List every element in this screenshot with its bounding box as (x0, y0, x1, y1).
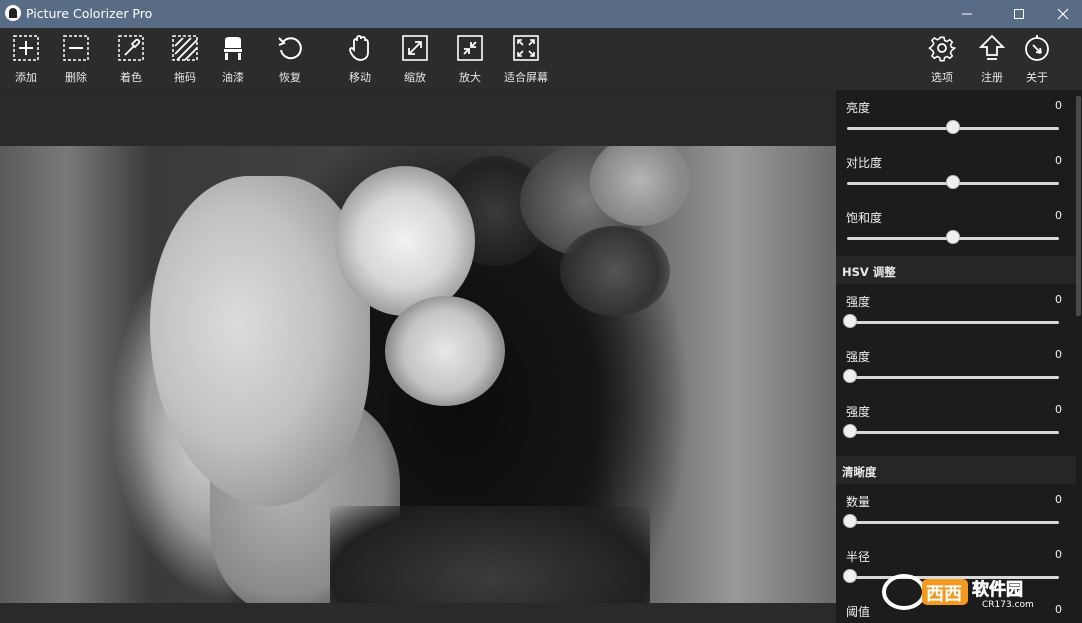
upload-arrow-icon (978, 34, 1006, 60)
image-canvas[interactable] (0, 90, 836, 623)
drag-code-button[interactable]: 拖码 (158, 34, 212, 85)
shrink-icon (457, 35, 483, 61)
undo-icon (278, 37, 302, 60)
watermark-text: 软件园 (972, 579, 1023, 600)
hsv-intensity-row-1: 强度 0 (836, 284, 1076, 339)
radius-label: 半径 (846, 550, 871, 564)
colorize-button[interactable]: 着色 (104, 34, 158, 85)
fit-screen-icon (513, 35, 539, 61)
hsv-intensity-slider[interactable] (847, 376, 1059, 379)
about-button[interactable]: 关于 (1010, 34, 1064, 85)
hatch-icon (172, 35, 198, 61)
hsv-intensity-label: 强度 (846, 405, 871, 419)
delete-button[interactable]: 删除 (49, 34, 103, 85)
svg-text:西西: 西西 (926, 584, 962, 605)
amount-label: 数量 (846, 495, 871, 509)
white-chrysanthemum-shape (335, 166, 475, 316)
minimize-button[interactable] (944, 0, 990, 28)
saturation-slider-thumb[interactable] (946, 230, 960, 244)
move-button[interactable]: 移动 (333, 34, 387, 85)
brightness-slider-thumb[interactable] (946, 120, 960, 134)
fit-screen-button[interactable]: 适合屏幕 (498, 34, 554, 85)
zoom-button[interactable]: 缩放 (388, 34, 442, 85)
hsv-intensity-value: 0 (1055, 293, 1062, 306)
paint-bucket-icon (224, 37, 242, 60)
add-icon (13, 35, 39, 61)
expand-icon (402, 35, 428, 61)
maximize-icon (1014, 9, 1024, 19)
adjustments-panel: 亮度 0 对比度 0 饱和度 0 HSV 调整 强度 0 强度 0 强度 0 清… (836, 90, 1082, 623)
compass-icon (1025, 35, 1049, 61)
close-icon (1057, 8, 1069, 20)
photo-jacket-region (330, 506, 650, 603)
amount-row: 数量 0 (836, 484, 1076, 539)
hsv-intensity-slider-thumb[interactable] (843, 314, 857, 328)
hsv-section-header: HSV 调整 (836, 256, 1076, 284)
watermark-logo: 西西 软件园 CR173.com (882, 574, 1034, 610)
hsv-intensity-slider[interactable] (847, 321, 1059, 324)
sharpness-section-header: 清晰度 (836, 456, 1076, 484)
hsv-intensity-slider[interactable] (847, 431, 1059, 434)
hsv-intensity-value: 0 (1055, 348, 1062, 361)
small-rose-shape (560, 226, 670, 316)
panel-scrollbar[interactable] (1076, 96, 1081, 316)
radius-value: 0 (1055, 548, 1062, 561)
hand-icon (349, 35, 369, 61)
hsv-intensity-label: 强度 (846, 350, 871, 364)
toolbar: 添加 删除 着色 拖码 油漆 恢复 移动 缩放 放大 适合屏幕 选项 注册 关于 (0, 28, 1082, 90)
gear-icon (928, 36, 956, 62)
enlarge-button[interactable]: 放大 (443, 34, 497, 85)
minimize-icon (962, 13, 972, 15)
close-button[interactable] (1040, 0, 1082, 28)
watermark-url: CR173.com (982, 600, 1034, 610)
saturation-row: 饱和度 0 (836, 200, 1076, 255)
contrast-slider-thumb[interactable] (946, 175, 960, 189)
amount-slider[interactable] (847, 521, 1059, 524)
paint-button[interactable]: 油漆 (206, 34, 260, 85)
add-button[interactable]: 添加 (0, 34, 53, 85)
white-rose-shape (385, 296, 505, 406)
title-bar: Picture Colorizer Pro (0, 0, 1082, 28)
saturation-value: 0 (1055, 209, 1062, 222)
amount-value: 0 (1055, 493, 1062, 506)
brightness-label: 亮度 (846, 101, 871, 115)
eyedropper-icon (118, 35, 144, 61)
hsv-intensity-row-2: 强度 0 (836, 339, 1076, 394)
contrast-row: 对比度 0 (836, 145, 1076, 200)
brightness-row: 亮度 0 (836, 90, 1076, 145)
maximize-button[interactable] (996, 0, 1042, 28)
contrast-value: 0 (1055, 154, 1062, 167)
brightness-value: 0 (1055, 99, 1062, 112)
remove-icon (63, 35, 89, 61)
restore-button[interactable]: 恢复 (263, 34, 317, 85)
saturation-label: 饱和度 (846, 211, 883, 225)
hsv-intensity-row-3: 强度 0 (836, 394, 1076, 449)
hsv-intensity-slider-thumb[interactable] (843, 369, 857, 383)
threshold-label: 阈值 (846, 605, 871, 619)
grayscale-photo[interactable] (0, 146, 836, 603)
amount-slider-thumb[interactable] (843, 514, 857, 528)
options-button[interactable]: 选项 (915, 34, 969, 85)
hsv-intensity-label: 强度 (846, 295, 871, 309)
contrast-label: 对比度 (846, 156, 883, 170)
app-logo-icon (5, 5, 21, 21)
hsv-intensity-value: 0 (1055, 403, 1062, 416)
window-title: Picture Colorizer Pro (26, 6, 153, 21)
radius-slider-thumb[interactable] (843, 569, 857, 583)
hsv-intensity-slider-thumb[interactable] (843, 424, 857, 438)
